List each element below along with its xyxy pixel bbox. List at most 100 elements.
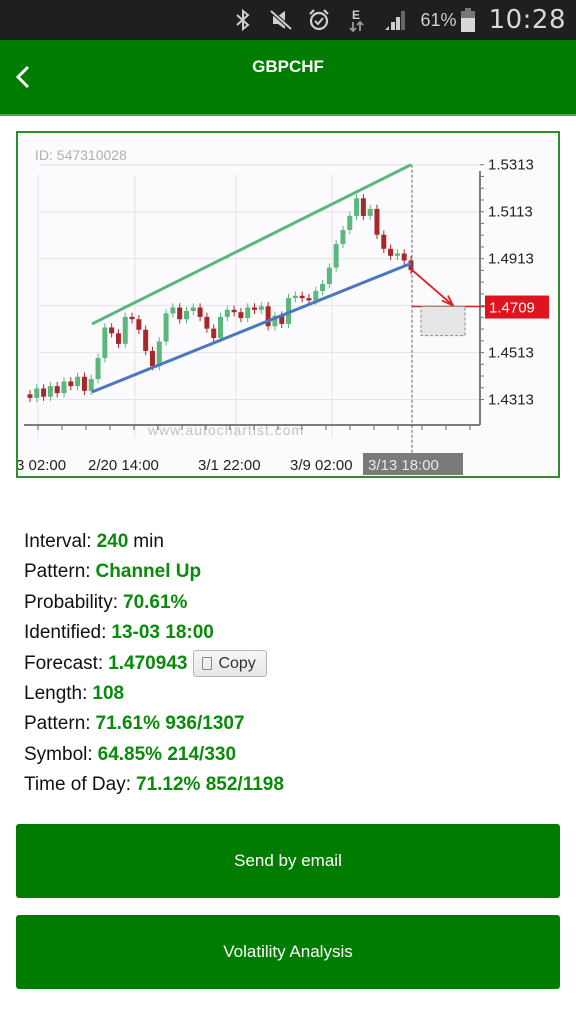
y-tick-label: 1.4913	[488, 251, 534, 268]
identified-label: Identified:	[24, 622, 107, 644]
forecast-label: Forecast:	[24, 652, 104, 674]
candle-body	[129, 316, 135, 320]
x-tick-label: 3/9 02:00	[290, 457, 353, 474]
candle-body	[306, 298, 312, 301]
candle-body	[333, 244, 339, 268]
time-of-day-label: Time of Day:	[24, 774, 131, 796]
candle-body	[204, 316, 210, 329]
candle-body	[115, 333, 121, 344]
candle-body	[252, 307, 258, 310]
candle-body	[326, 267, 332, 285]
candles	[27, 194, 414, 403]
candle-body	[313, 291, 319, 301]
page-title: GBPCHF	[252, 57, 324, 76]
x-tick-label: 2/20 14:00	[88, 457, 159, 474]
y-tick-label: 1.5113	[488, 204, 533, 221]
length-value: 108	[92, 682, 125, 704]
identified-value: 13-03 18:00	[111, 622, 214, 644]
candle-body	[149, 350, 155, 367]
volatility-analysis-button[interactable]: Volatility Analysis	[16, 915, 560, 989]
candle-body	[95, 357, 101, 380]
candle-body	[224, 309, 230, 317]
candle-body	[54, 386, 60, 394]
bluetooth-icon	[231, 8, 255, 32]
candle-body	[75, 376, 81, 387]
pattern-details: Interval: 240 min Pattern: Channel Up Pr…	[24, 527, 554, 801]
pattern-name-label: Pattern:	[24, 561, 91, 583]
candle-body	[34, 388, 40, 398]
x-tick-label: 3/1 22:00	[198, 457, 261, 474]
interval-label: Interval:	[24, 531, 92, 552]
signal-icon	[383, 8, 407, 32]
detail-forecast: Forecast: 1.470943 Copy	[24, 649, 554, 679]
candle-body	[163, 313, 169, 342]
svg-text:E: E	[352, 8, 360, 22]
candle-body	[61, 381, 67, 394]
symbol-value: 64.85% 214/330	[97, 743, 237, 765]
detail-pattern-name: Pattern: Channel Up	[24, 557, 554, 587]
forecast-arrow	[411, 269, 453, 306]
candle-body	[170, 307, 176, 314]
y-tick-label: 1.4513	[488, 345, 534, 362]
copy-icon	[202, 657, 213, 671]
clock: 10:28	[488, 5, 566, 35]
symbol-label: Symbol:	[24, 743, 93, 765]
candle-body	[41, 388, 47, 397]
forecast-range-box	[420, 306, 466, 337]
candle-body	[156, 341, 162, 367]
interval-value: 240	[96, 531, 129, 552]
x-tick-label: 3 02:00	[18, 457, 66, 474]
copy-button-label: Copy	[218, 654, 256, 672]
candle-body	[81, 376, 87, 391]
chart-id-label: ID: 547310028	[35, 147, 127, 163]
candle-body	[211, 328, 217, 339]
candle-body	[197, 307, 203, 317]
candle-body	[388, 248, 394, 256]
candle-body	[367, 208, 373, 216]
detail-symbol: Symbol: 64.85% 214/330	[24, 740, 554, 770]
candle-body	[347, 215, 353, 231]
candle-body	[340, 230, 346, 245]
data-e-icon: E	[345, 8, 369, 33]
candle-body	[354, 198, 360, 216]
candle-body	[68, 381, 74, 387]
identified-date-label: 3/13 18:00	[368, 457, 439, 474]
time-of-day-value: 71.12% 852/1198	[136, 774, 284, 796]
detail-interval: Interval: 240 min	[24, 527, 554, 557]
y-tick-label: 1.5313	[488, 157, 534, 174]
copy-button[interactable]: Copy	[193, 650, 267, 678]
status-bar: E 61% 10:28	[0, 0, 576, 40]
forecast-price-label: 1.4709	[489, 300, 535, 317]
candle-body	[320, 284, 326, 292]
candle-body	[374, 208, 380, 235]
candle-body	[143, 329, 149, 351]
candle-body	[245, 307, 251, 319]
mute-icon	[269, 8, 293, 32]
interval-unit: min	[133, 531, 164, 552]
alarm-icon	[307, 8, 331, 32]
candle-body	[401, 253, 407, 261]
candle-body	[218, 316, 223, 339]
forecast-value: 1.470943	[108, 652, 188, 674]
y-tick-label: 1.4313	[488, 392, 534, 409]
candle-body	[394, 253, 400, 256]
candle-body	[292, 295, 298, 299]
candle-body	[27, 394, 33, 398]
chart-grid	[37, 164, 480, 438]
detail-probability: Probability: 70.61%	[24, 588, 554, 618]
pattern-chart: ID: 547310028 www.autochartist.com 1.531…	[16, 131, 560, 478]
candle-body	[231, 309, 237, 313]
chart-svg: ID: 547310028 www.autochartist.com 1.531…	[18, 147, 549, 475]
battery-icon	[460, 8, 475, 32]
probability-value: 70.61%	[123, 591, 188, 613]
candle-body	[360, 198, 366, 216]
pattern-stats-label: Pattern:	[24, 713, 91, 735]
candle-body	[136, 319, 142, 330]
detail-identified: Identified: 13-03 18:00	[24, 618, 554, 648]
length-label: Length:	[24, 682, 88, 704]
send-by-email-button[interactable]: Send by email	[16, 824, 560, 898]
pattern-stats-value: 71.61% 936/1307	[95, 713, 245, 735]
overlays	[91, 163, 486, 458]
candle-body	[102, 327, 108, 358]
pattern-name-value: Channel Up	[95, 561, 202, 583]
